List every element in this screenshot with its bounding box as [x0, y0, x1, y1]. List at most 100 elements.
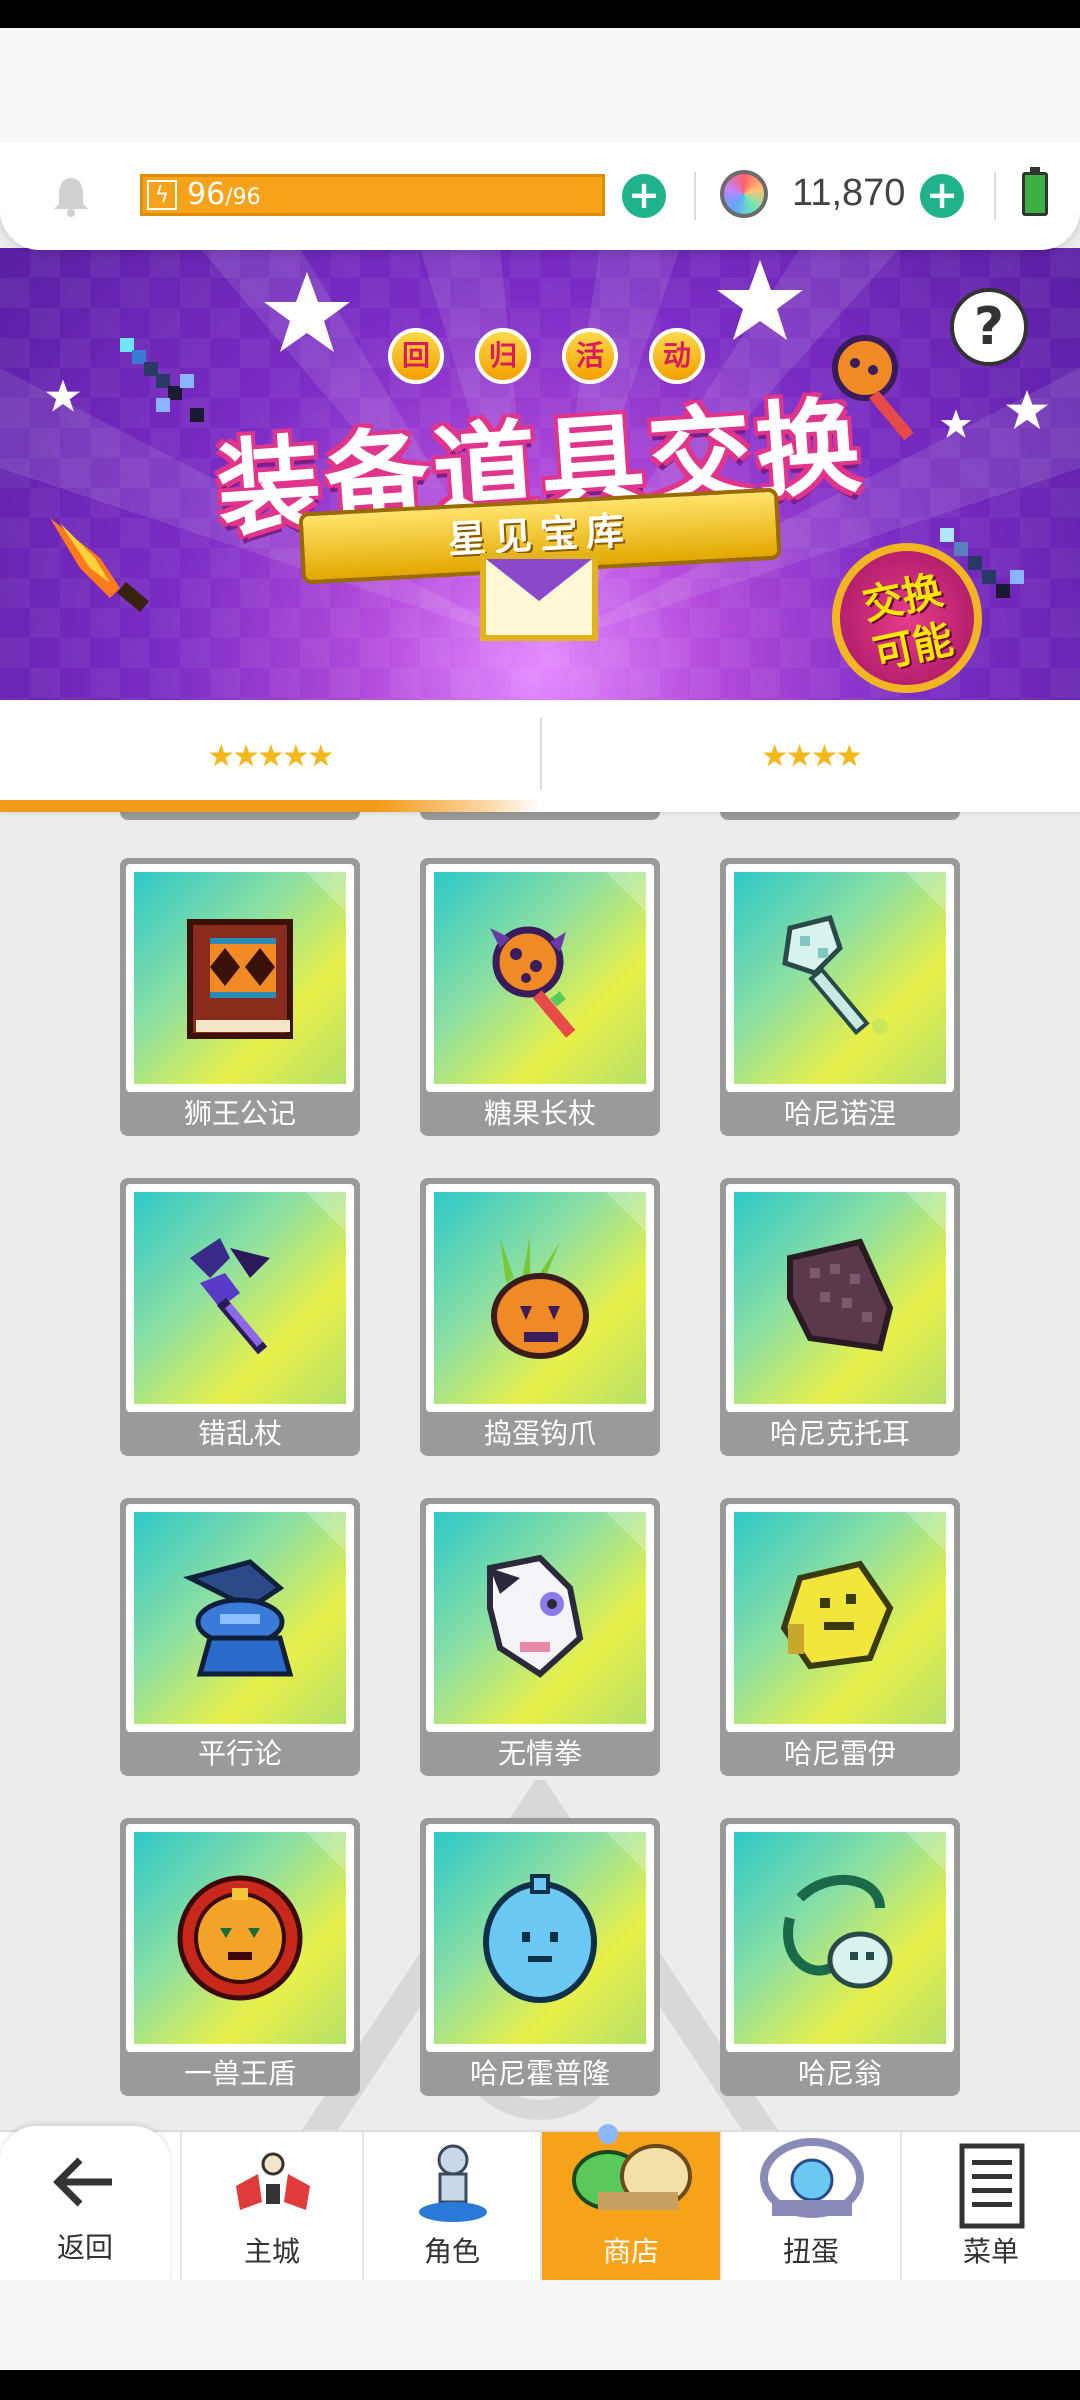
card-art — [734, 1192, 946, 1404]
event-banner[interactable]: 回 归 活 动 装备道具交换 星见宝库 ? 交换 可能 — [0, 248, 1080, 700]
event-badge: 归 — [475, 328, 531, 384]
card-art — [134, 1512, 346, 1724]
energy-current: 96 — [187, 177, 226, 212]
energy-value: 96/96 — [187, 179, 261, 214]
energy-max: /96 — [225, 185, 261, 210]
rarity-tabs: ★★★★★ ★★★★ — [0, 700, 1080, 812]
blue-gauntlet-icon — [182, 1559, 294, 1677]
card-frame — [126, 1504, 354, 1732]
rainbow-gem-icon — [720, 170, 768, 218]
item-card[interactable]: 哈尼雷伊 — [720, 1498, 960, 1776]
gacha-icon — [760, 2138, 864, 2218]
card-art — [134, 872, 346, 1084]
item-name: 一兽王盾 — [183, 2057, 296, 2090]
nav-item-gacha[interactable]: 扭蛋 — [720, 2132, 900, 2282]
item-name: 捣蛋钩爪 — [483, 1417, 596, 1450]
nav-label: 主城 — [243, 2235, 300, 2268]
nav-item-shop[interactable]: 商店 — [540, 2124, 720, 2282]
white-fist-icon — [487, 1554, 584, 1678]
card-frame — [126, 1824, 354, 2052]
card-frame — [426, 1504, 654, 1732]
back-label: 返回 — [56, 2231, 113, 2264]
item-name: 哈尼雷伊 — [783, 1737, 896, 1770]
battery-icon — [1022, 167, 1048, 216]
event-badge: 活 — [562, 328, 618, 384]
nav-label: 菜单 — [962, 2235, 1019, 2268]
nav-item-main-city[interactable]: 主城 — [180, 2132, 362, 2282]
card-frame — [126, 864, 354, 1092]
event-badge: 回 — [388, 328, 444, 384]
candy-staff-icon — [490, 926, 576, 1038]
card-frame — [726, 864, 954, 1092]
ice-staff-icon — [782, 915, 888, 1036]
gem-count: 11,870 — [792, 172, 906, 214]
star-icon — [717, 260, 803, 340]
tab-five-star[interactable]: ★★★★★ — [0, 700, 540, 812]
top-spacer — [0, 28, 1080, 148]
item-card[interactable]: 捣蛋钩爪 — [420, 1178, 660, 1456]
item-name: 哈尼霍普隆 — [469, 2057, 610, 2090]
active-tab-indicator — [0, 800, 540, 812]
notification-bell-icon[interactable] — [50, 174, 92, 218]
energy-bolt-icon: ϟ — [147, 180, 177, 210]
item-name: 哈尼翁 — [797, 2057, 882, 2090]
vine-staff-icon — [783, 1874, 893, 1989]
card-art — [434, 872, 646, 1084]
item-name: 无情拳 — [497, 1737, 582, 1770]
nav-item-menu[interactable]: 菜单 — [900, 2132, 1080, 2282]
card-frame — [426, 864, 654, 1092]
item-card[interactable]: 错乱杖 — [120, 1178, 360, 1456]
star-icon — [264, 272, 350, 352]
back-button[interactable]: 返回 — [0, 2126, 170, 2280]
add-gems-button[interactable]: + — [920, 174, 964, 218]
item-card[interactable]: 哈尼翁 — [720, 1818, 960, 2096]
pumpkin-claw-icon — [491, 1236, 589, 1359]
divider — [994, 172, 996, 220]
card-art — [734, 1512, 946, 1724]
four-star-rating: ★★★★ — [761, 738, 863, 774]
star-icon — [45, 379, 81, 412]
shop-icon — [572, 2124, 692, 2210]
yellow-gauntlet-icon — [780, 1560, 894, 1670]
divider — [694, 172, 696, 220]
item-card[interactable]: 平行论 — [120, 1498, 360, 1776]
item-name: 平行论 — [197, 1737, 282, 1770]
energy-bar: ϟ 96/96 — [140, 174, 605, 216]
card-frame — [126, 1184, 354, 1412]
item-name: 错乱杖 — [197, 1417, 282, 1450]
item-grid: 狮王公记 糖果长杖 哈尼诺涅 错乱杖 捣蛋钩爪 哈尼克托耳 平行论 无情拳 哈尼… — [0, 812, 1080, 2122]
blue-shield-icon — [483, 1874, 597, 2003]
nav-label: 商店 — [602, 2235, 659, 2268]
card-frame — [726, 1504, 954, 1732]
card-frame — [726, 1184, 954, 1412]
system-status-bar — [0, 0, 1080, 28]
item-card[interactable]: 哈尼霍普隆 — [420, 1818, 660, 2096]
book-icon — [187, 919, 293, 1039]
nav-item-character[interactable]: 角色 — [362, 2132, 540, 2282]
tab-four-star[interactable]: ★★★★ — [542, 700, 1080, 812]
card-art — [134, 1832, 346, 2044]
card-art — [734, 1832, 946, 2044]
five-star-rating: ★★★★★ — [207, 738, 334, 774]
item-card[interactable]: 糖果长杖 — [420, 858, 660, 1136]
card-frame — [426, 1184, 654, 1412]
card-art — [434, 1512, 646, 1724]
card-art — [134, 1192, 346, 1404]
item-card[interactable]: 狮王公记 — [120, 858, 360, 1136]
item-name: 狮王公记 — [183, 1097, 296, 1130]
dark-staff-icon — [190, 1238, 270, 1355]
item-card[interactable]: 一兽王盾 — [120, 1818, 360, 2096]
app-screen: ϟ 96/96 + 11,870 + 回 归 活 动 装备道具交换 星见宝库 ?… — [0, 0, 1080, 2400]
character-icon — [419, 2144, 487, 2222]
gauntlet-icon — [787, 1238, 894, 1352]
card-art — [434, 1192, 646, 1404]
back-arrow-icon — [53, 2157, 112, 2207]
item-card[interactable]: 无情拳 — [420, 1498, 660, 1776]
item-name: 哈尼克托耳 — [769, 1417, 910, 1450]
envelope-icon — [480, 553, 598, 641]
help-button[interactable]: ? — [950, 288, 1028, 366]
item-card[interactable]: 哈尼克托耳 — [720, 1178, 960, 1456]
card-art — [434, 1832, 646, 2044]
add-energy-button[interactable]: + — [622, 174, 666, 218]
item-card[interactable]: 哈尼诺涅 — [720, 858, 960, 1136]
